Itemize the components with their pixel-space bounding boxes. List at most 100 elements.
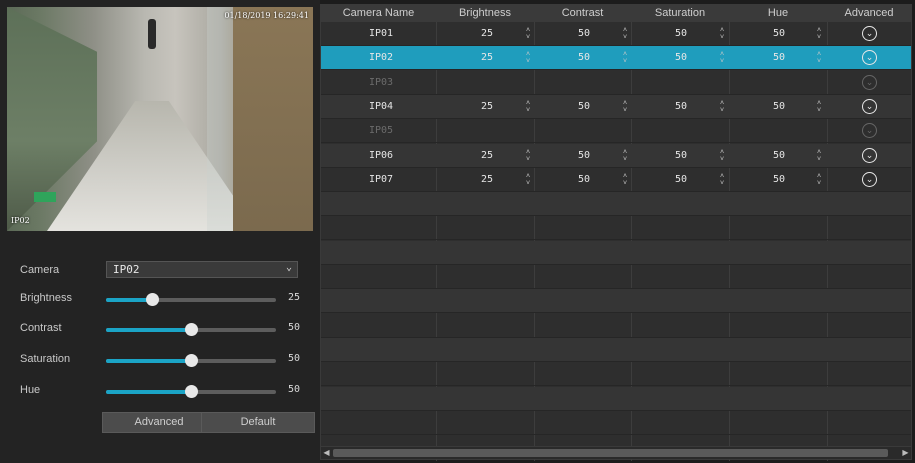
up-down-spinner-icon[interactable]: ˄ ˅ [524, 27, 532, 41]
column-header: Advanced [844, 7, 894, 19]
brightness-cell: 25 [481, 28, 494, 39]
empty-table-row [321, 337, 911, 362]
slider-label-hue: Hue [20, 384, 41, 396]
column-header: Camera Name [342, 7, 415, 19]
horizontal-scrollbar[interactable]: ◀ ▶ [321, 446, 911, 459]
up-down-spinner-icon[interactable]: ˄ ˅ [524, 51, 532, 65]
hue-value: 50 [288, 384, 301, 395]
camera-name-cell: IP07 [369, 173, 394, 185]
preview-person [148, 19, 156, 49]
empty-table-row [321, 362, 911, 387]
up-down-spinner-icon[interactable]: ˄ ˅ [524, 173, 532, 187]
slider-label-saturation: Saturation [20, 353, 71, 365]
circle-chevron-down-icon[interactable]: ⌄ [862, 50, 877, 66]
up-down-spinner-icon[interactable]: ˄ ˅ [621, 100, 629, 114]
scrollbar-thumb[interactable] [333, 449, 888, 457]
camera-name-cell: IP01 [369, 28, 394, 39]
arrow-left-icon[interactable]: ◀ [321, 447, 332, 459]
brightness-cell: 25 [481, 173, 494, 185]
empty-table-row [321, 411, 911, 435]
up-down-spinner-icon[interactable]: ˄ ˅ [815, 27, 823, 41]
up-down-spinner-icon[interactable]: ˄ ˅ [621, 149, 629, 163]
hue-cell: 50 [773, 173, 786, 185]
advanced-button[interactable]: Advanced [102, 412, 216, 433]
preview-exit-sign [34, 192, 56, 202]
circle-chevron-down-icon: ⌄ [862, 74, 877, 90]
table-row[interactable]: IP04 25 ˄ ˅ 50 ˄ ˅ 50 ˄ ˅ 50 ˄ ˅ ⌄ [321, 94, 911, 119]
empty-table-row [321, 265, 911, 289]
slider-fill [106, 390, 191, 394]
contrast-cell: 50 [578, 28, 591, 39]
contrast-cell: 50 [578, 149, 591, 161]
up-down-spinner-icon[interactable]: ˄ ˅ [524, 100, 532, 114]
up-down-spinner-icon[interactable]: ˄ ˅ [718, 173, 726, 187]
up-down-spinner-icon[interactable]: ˄ ˅ [718, 51, 726, 65]
up-down-spinner-icon[interactable]: ˄ ˅ [621, 51, 629, 65]
brightness-slider[interactable] [106, 293, 276, 306]
slider-knob[interactable] [185, 323, 198, 336]
hue-cell: 50 [773, 100, 786, 112]
contrast-slider[interactable] [106, 323, 276, 336]
circle-chevron-down-icon[interactable]: ⌄ [862, 171, 877, 187]
up-down-spinner-icon[interactable]: ˄ ˅ [718, 149, 726, 163]
image-settings-screen: 01/18/2019 16:29:41 IP02 Camera IP02 ⌄ B… [0, 0, 915, 463]
saturation-value: 50 [288, 353, 301, 364]
up-down-spinner-icon[interactable]: ˄ ˅ [621, 173, 629, 187]
default-button[interactable]: Default [201, 412, 315, 433]
table-row[interactable]: IP02 25 ˄ ˅ 50 ˄ ˅ 50 ˄ ˅ 50 ˄ ˅ ⌄ [321, 46, 911, 71]
up-down-spinner-icon[interactable]: ˄ ˅ [524, 149, 532, 163]
empty-table-row [321, 386, 911, 411]
slider-fill [106, 328, 191, 332]
column-header: Hue [767, 7, 789, 19]
camera-name-cell: IP06 [369, 149, 394, 161]
slider-knob[interactable] [145, 293, 159, 306]
saturation-cell: 50 [675, 173, 688, 185]
camera-label: Camera [20, 264, 60, 276]
camera-table: Camera Name Brightness Contrast Saturation H… [320, 4, 912, 461]
slider-knob[interactable] [185, 385, 198, 398]
up-down-spinner-icon[interactable]: ˄ ˅ [621, 27, 629, 41]
empty-table-row [321, 192, 911, 217]
table-row[interactable]: IP05 ⌄ [321, 119, 911, 144]
up-down-spinner-icon[interactable]: ˄ ˅ [815, 149, 823, 163]
up-down-spinner-icon[interactable]: ˄ ˅ [718, 27, 726, 41]
empty-table-row [321, 314, 911, 338]
circle-chevron-down-icon[interactable]: ⌄ [862, 26, 877, 41]
brightness-cell: 25 [481, 149, 494, 161]
table-row[interactable]: IP06 25 ˄ ˅ 50 ˄ ˅ 50 ˄ ˅ 50 ˄ ˅ ⌄ [321, 143, 911, 168]
arrow-right-icon[interactable]: ▶ [900, 447, 911, 459]
up-down-spinner-icon[interactable]: ˄ ˅ [815, 51, 823, 65]
table-row[interactable]: IP07 25 ˄ ˅ 50 ˄ ˅ 50 ˄ ˅ 50 ˄ ˅ ⌄ [321, 168, 911, 192]
table-row[interactable]: IP03 ⌄ [321, 71, 911, 95]
camera-name-cell: IP03 [369, 76, 394, 88]
hue-cell: 50 [773, 149, 786, 161]
brightness-cell: 25 [481, 100, 494, 112]
hue-cell: 50 [773, 28, 786, 39]
saturation-slider[interactable] [106, 354, 276, 367]
slider-knob[interactable] [185, 354, 198, 367]
slider-fill [106, 359, 191, 363]
contrast-cell: 50 [578, 173, 591, 185]
brightness-value: 25 [288, 292, 301, 303]
table-body: IP01 25 ˄ ˅ 50 ˄ ˅ 50 ˄ ˅ 50 ˄ ˅ ⌄ IP02 25 ˄ ˅ 50 ˄ ˅ 50 ˄ ˅ 50 ˄… [321, 22, 911, 461]
column-header: Brightness [459, 7, 511, 19]
settings-panel: 01/18/2019 16:29:41 IP02 Camera IP02 ⌄ B… [0, 0, 320, 463]
up-down-spinner-icon[interactable]: ˄ ˅ [718, 100, 726, 114]
preview-timestamp: 01/18/2019 16:29:41 [224, 11, 309, 20]
saturation-cell: 50 [675, 100, 688, 112]
table-row[interactable]: IP01 25 ˄ ˅ 50 ˄ ˅ 50 ˄ ˅ 50 ˄ ˅ ⌄ [321, 22, 911, 46]
empty-table-row [321, 289, 911, 314]
circle-chevron-down-icon[interactable]: ⌄ [862, 98, 877, 114]
table-header: Camera Name Brightness Contrast Saturation H… [321, 5, 911, 22]
up-down-spinner-icon[interactable]: ˄ ˅ [815, 173, 823, 187]
preview-wall-right [233, 7, 313, 231]
circle-chevron-down-icon[interactable]: ⌄ [862, 147, 877, 163]
up-down-spinner-icon[interactable]: ˄ ˅ [815, 100, 823, 114]
hue-slider[interactable] [106, 385, 276, 398]
column-header: Contrast [561, 7, 604, 19]
chevron-down-icon: ⌄ [285, 262, 292, 273]
brightness-cell: 25 [481, 52, 494, 64]
saturation-cell: 50 [675, 52, 688, 64]
saturation-cell: 50 [675, 28, 688, 39]
camera-select[interactable]: IP02 ⌄ [106, 261, 298, 278]
